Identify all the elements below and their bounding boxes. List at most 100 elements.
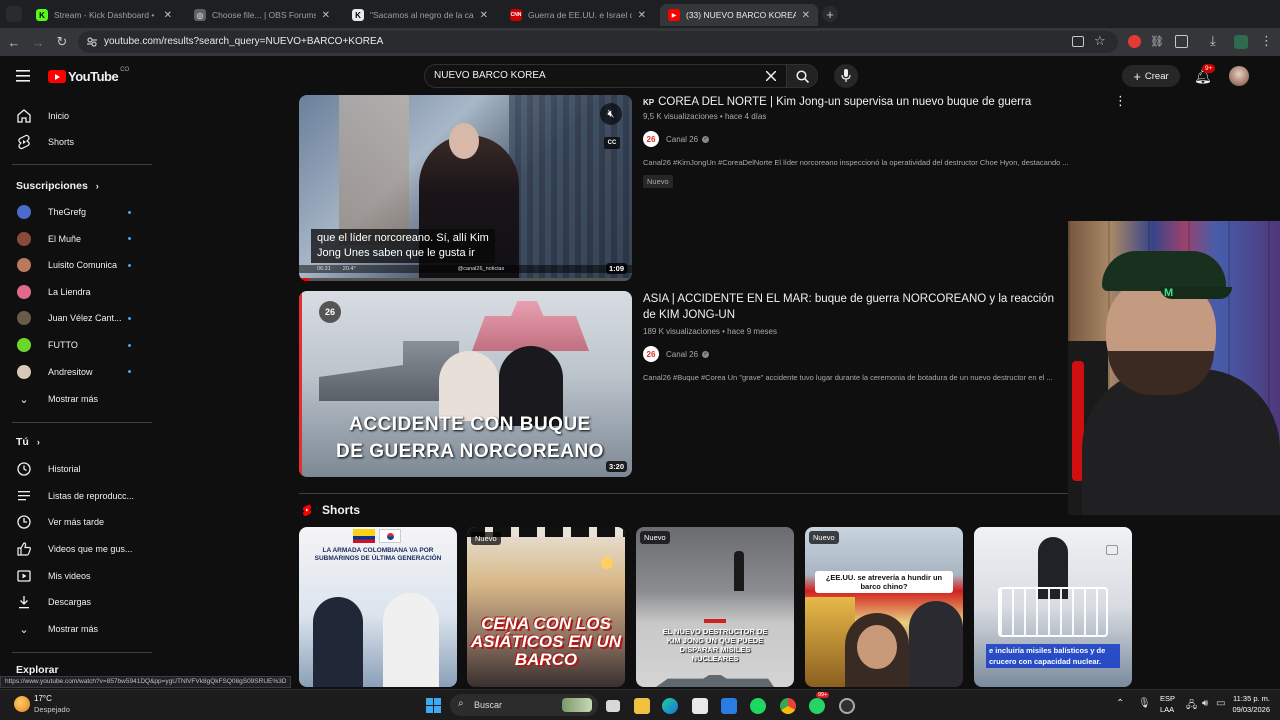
video-thumbnail[interactable]: 26 ACCIDENTE CON BUQUE DE GUERRA NORCORE… <box>299 291 632 477</box>
user-avatar[interactable] <box>1229 66 1249 86</box>
short-card[interactable]: Nuevo EL NUEVO DESTRUCTOR DE KIM JONG UN… <box>636 527 794 687</box>
weather-icon[interactable] <box>14 696 30 712</box>
tab-title: "Sacamos al negro de la cabez... <box>370 10 474 20</box>
browser-tab[interactable]: K Stream - Kick Dashboard • ✕ <box>28 4 180 26</box>
sidebar-item-shorts[interactable]: Shorts <box>0 129 154 155</box>
short-card[interactable]: Nuevo CENA CON LOS ASIÁTICOS EN UN BARCO <box>467 527 625 687</box>
closed-captions-icon[interactable]: CC <box>604 137 620 149</box>
kick-icon: K <box>36 9 48 21</box>
close-icon[interactable]: ✕ <box>322 10 330 21</box>
subscriptions-header[interactable]: Suscripciones › <box>16 180 99 192</box>
tray-chevron-icon[interactable]: ⌃ <box>1116 698 1124 709</box>
cap-logo: M <box>1164 287 1174 299</box>
sidebar-item-playlists[interactable]: Listas de reproducc... <box>0 483 154 509</box>
short-title: e incluiría misiles balísticos y de cruc… <box>986 644 1120 668</box>
install-app-icon[interactable] <box>1072 36 1084 47</box>
sidebar-item-liked-videos[interactable]: Videos que me gus... <box>0 536 154 562</box>
profile-icon[interactable] <box>1234 35 1248 49</box>
sidebar-item-subscription[interactable]: Juan Vélez Cant... <box>0 305 154 331</box>
sidebar-item-subscription[interactable]: Andresitow <box>0 359 154 385</box>
chrome-icon[interactable] <box>780 698 796 714</box>
search-input[interactable]: NUEVO BARCO KOREA <box>424 64 786 88</box>
url-text: youtube.com/results?search_query=NUEVO+B… <box>104 36 384 47</box>
whatsapp-icon[interactable] <box>809 698 825 714</box>
video-title[interactable]: ASIA | ACCIDENTE EN EL MAR: buque de gue… <box>643 291 1067 323</box>
language-indicator[interactable]: ESP <box>1160 694 1175 703</box>
sidebar-item-subscription[interactable]: TheGrefg <box>0 199 154 225</box>
sidebar-item-my-videos[interactable]: Mis videos <box>0 563 154 589</box>
more-options-icon[interactable]: ⋮ <box>1114 93 1127 109</box>
channel-avatar <box>17 311 31 326</box>
sidebar-item-downloads[interactable]: Descargas <box>0 589 154 615</box>
extension-link-icon[interactable]: ⛓ <box>1150 35 1164 49</box>
short-card[interactable]: LA ARMADA COLOMBIANA VA POR SUBMARINOS D… <box>299 527 457 687</box>
sidebar-item-history[interactable]: Historial <box>0 456 154 482</box>
browser-tab[interactable]: K "Sacamos al negro de la cabez... ✕ <box>344 4 496 26</box>
channel-link[interactable]: 26 Canal 26 ✓ <box>643 131 710 147</box>
site-info-icon[interactable] <box>86 36 98 48</box>
volume-icon[interactable]: 🔊︎ <box>1202 698 1208 709</box>
file-explorer-icon[interactable] <box>634 698 650 714</box>
battery-icon[interactable]: ▭ <box>1216 698 1225 709</box>
mail-icon[interactable] <box>721 698 737 714</box>
sidebar-item-subscription[interactable]: La Liendra <box>0 279 154 305</box>
forward-icon[interactable]: → <box>30 34 46 50</box>
browser-tab-active[interactable]: ▶ (33) NUEVO BARCO KOREA - Yo... ✕ <box>660 4 818 26</box>
extension-record-icon[interactable] <box>1128 35 1141 48</box>
short-title: LA ARMADA COLOMBIANA VA POR SUBMARINOS D… <box>314 547 442 562</box>
video-thumbnail[interactable]: 🔇︎ CC que el líder norcoreano. Sí, allí … <box>299 95 632 281</box>
new-tab-icon[interactable]: + <box>822 6 838 22</box>
create-button[interactable]: + Crear <box>1122 65 1180 87</box>
you-header[interactable]: Tú › <box>16 436 40 448</box>
bookmark-star-icon[interactable]: ☆ <box>1094 33 1106 49</box>
playlists-icon <box>18 491 30 501</box>
short-card[interactable]: Nuevo ¿EE.UU. se atrevería a hundir un b… <box>805 527 963 687</box>
close-icon[interactable]: ✕ <box>164 10 172 21</box>
task-view-icon[interactable] <box>606 700 620 712</box>
close-icon[interactable]: ✕ <box>802 10 810 21</box>
video-meta: 189 K visualizaciones • hace 9 meses <box>643 327 777 336</box>
youtube-logo[interactable]: YouTube CO <box>48 67 129 84</box>
reload-icon[interactable]: ↻ <box>54 34 70 50</box>
sidebar-item-subscription[interactable]: Luisito Comunica <box>0 252 154 278</box>
tab-search-icon[interactable] <box>6 6 22 22</box>
microphone-tray-icon[interactable]: 🎙︎ <box>1138 698 1151 709</box>
obs-icon[interactable] <box>839 698 855 714</box>
sidebar-item-subscription[interactable]: El Muñe <box>0 226 154 252</box>
browser-tab[interactable]: CNN Guerra de EE.UU. e Israel con Ir... … <box>502 4 654 26</box>
browser-menu-icon[interactable]: ⋮ <box>1260 33 1273 49</box>
store-icon[interactable] <box>692 698 708 714</box>
download-icon[interactable]: ⤓ <box>1210 33 1216 49</box>
hamburger-menu-icon[interactable] <box>16 70 30 82</box>
voice-search-button[interactable] <box>834 64 858 88</box>
channel-avatar <box>17 205 31 219</box>
taskbar-search-box[interactable]: ⌕ Buscar <box>450 694 598 716</box>
browser-tab[interactable]: ◎ Choose file... | OBS Forums ✕ <box>186 4 338 26</box>
close-icon[interactable]: ✕ <box>480 10 488 21</box>
sidebar-item-watch-later[interactable]: Ver más tarde <box>0 509 154 535</box>
channel-avatar <box>17 338 31 352</box>
channel-link[interactable]: 26 Canal 26 ✓ <box>643 346 710 362</box>
windows-start-icon[interactable] <box>426 698 441 713</box>
extensions-icon[interactable] <box>1175 35 1188 48</box>
video-title[interactable]: KP COREA DEL NORTE | Kim Jong-un supervis… <box>643 94 1063 111</box>
ticker-temp: 20.4° <box>342 266 356 272</box>
clear-search-icon[interactable] <box>766 71 776 81</box>
show-more-you[interactable]: ⌄ Mostrar más <box>0 616 154 642</box>
clock-time[interactable]: 11:35 p. m. <box>1226 694 1270 703</box>
divider <box>12 652 152 653</box>
mute-icon[interactable]: 🔇︎ <box>600 103 622 125</box>
close-icon[interactable]: ✕ <box>638 10 646 21</box>
back-icon[interactable]: ← <box>6 34 22 50</box>
search-button[interactable] <box>786 64 818 88</box>
new-content-dot <box>128 263 131 267</box>
network-icon[interactable]: 🖧︎ <box>1186 698 1197 715</box>
short-card[interactable]: e incluiría misiles balísticos y de cruc… <box>974 527 1132 687</box>
sidebar-item-home[interactable]: Inicio <box>0 103 154 129</box>
address-bar[interactable]: youtube.com/results?search_query=NUEVO+B… <box>78 31 1118 53</box>
sidebar-item-subscription[interactable]: FUTTO <box>0 332 154 358</box>
news-ticker: 06:31 20.4° @canal26_noticias <box>299 265 632 273</box>
show-more-subscriptions[interactable]: ⌄ Mostrar más <box>0 386 154 412</box>
edge-icon[interactable] <box>662 698 678 714</box>
spotify-icon[interactable] <box>750 698 766 714</box>
